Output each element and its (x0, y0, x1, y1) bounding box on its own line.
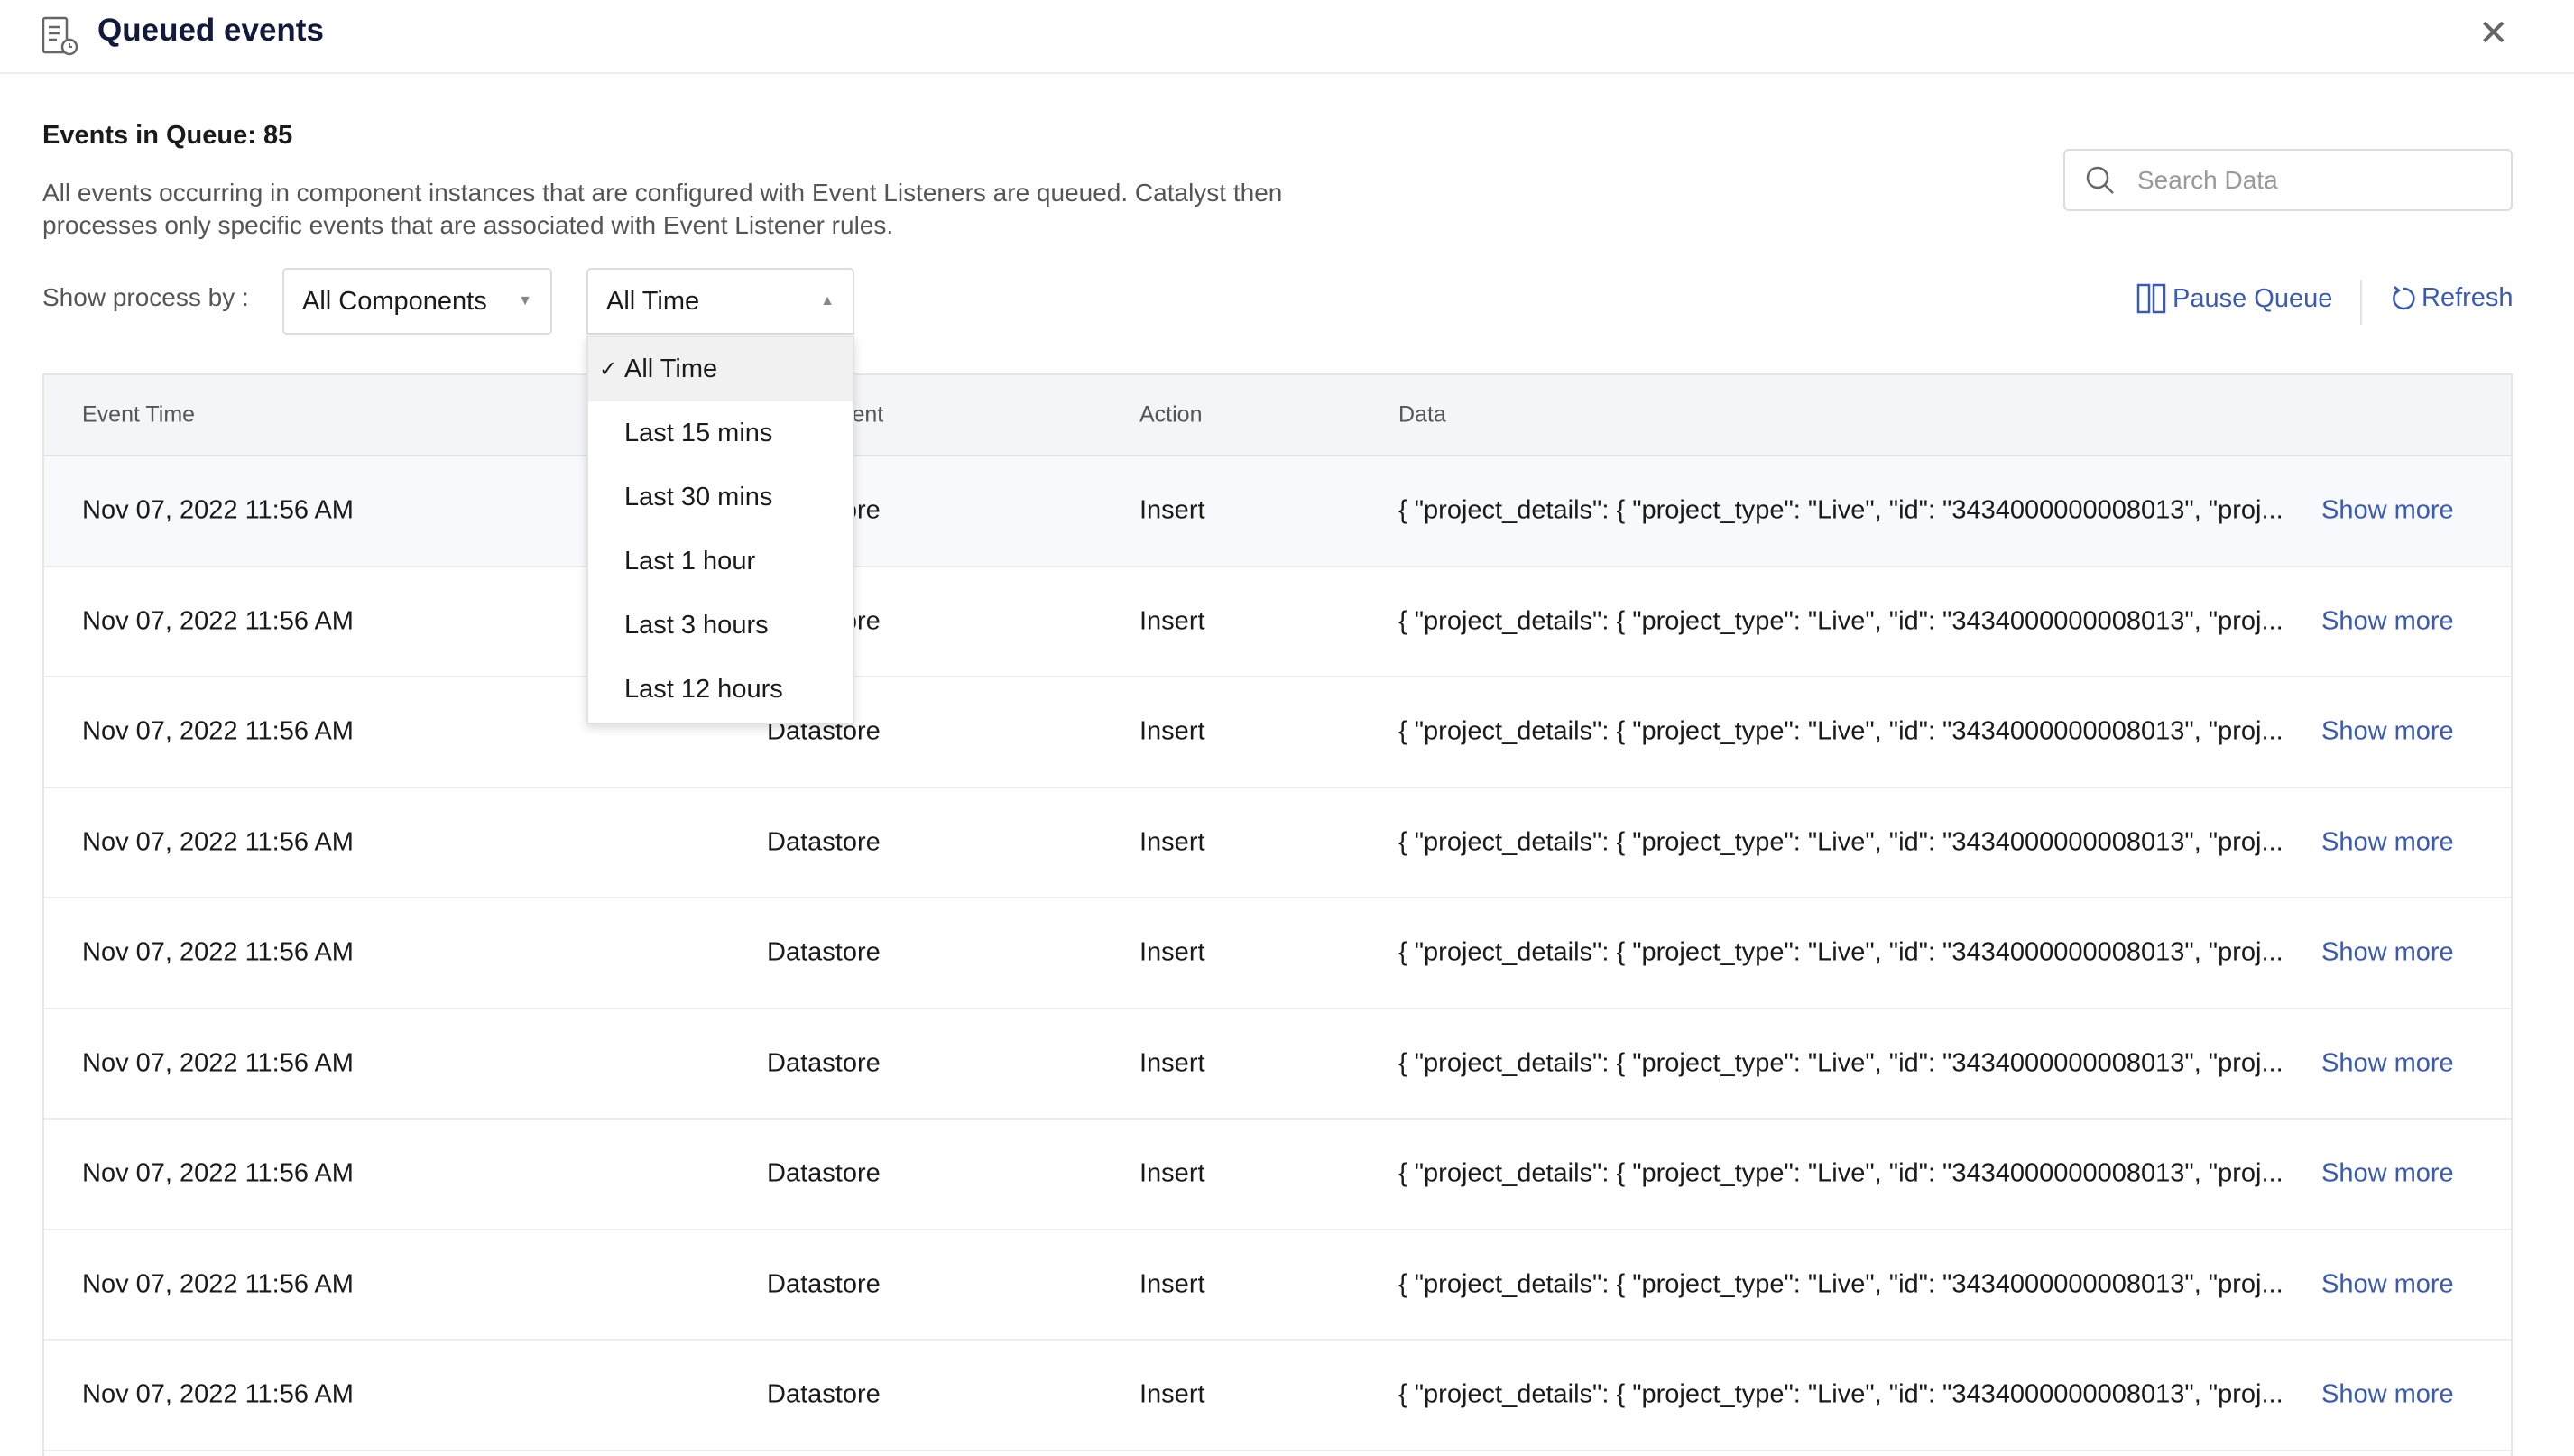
event-data: { "project_details": { "project_type": "… (1398, 1379, 2283, 1409)
table-row[interactable]: Nov 07, 2022 11:56 AM Datastore Insert { "p… (44, 898, 2511, 1009)
action: Insert (1139, 1158, 1205, 1188)
show-more-link[interactable]: Show more (2321, 1159, 2454, 1189)
action: Insert (1139, 937, 1205, 967)
event-time: Nov 07, 2022 11:56 AM (82, 606, 354, 636)
time-option-last-1-hour[interactable]: Last 1 hour (588, 530, 853, 594)
search-icon (2086, 166, 2114, 194)
event-data: { "project_details": { "project_type": "… (1398, 1269, 2283, 1299)
close-icon[interactable]: ✕ (2478, 13, 2509, 54)
event-time: Nov 07, 2022 11:56 AM (82, 1379, 354, 1409)
table-row[interactable]: Nov 07, 2022 11:56 AMDatastoreInsert{ "p… (44, 677, 2511, 788)
time-option-last-30-mins[interactable]: Last 30 mins (588, 465, 853, 530)
action: Insert (1139, 606, 1205, 636)
column-header-action[interactable]: Action (1139, 402, 1202, 429)
component: Datastore (767, 937, 881, 967)
show-more-link[interactable]: Show more (2321, 827, 2454, 857)
event-data: { "project_details": { "project_type": "… (1398, 937, 2283, 967)
action: Insert (1139, 1048, 1205, 1078)
option-label: Last 1 hour (624, 547, 756, 576)
pause-icon (2136, 283, 2166, 314)
action: Insert (1139, 495, 1205, 525)
option-label: All Time (624, 355, 718, 383)
divider (2360, 280, 2362, 325)
option-label: Last 30 mins (624, 483, 773, 511)
option-label: Last 3 hours (624, 611, 769, 640)
event-time: Nov 07, 2022 11:56 AM (82, 1269, 354, 1299)
table-row[interactable]: Nov 07, 2022 11:56 AM Datastore Insert { "p… (44, 1230, 2511, 1341)
component: Datastore (767, 1048, 881, 1078)
time-option-all-time[interactable]: ✓ All Time (588, 337, 853, 401)
pause-queue-button[interactable]: Pause Queue (2136, 283, 2332, 314)
event-time: Nov 07, 2022 11:56 AM (82, 495, 354, 525)
caret-down-icon: ▼ (518, 293, 532, 309)
event-data: { "project_details": { "project_type": "… (1398, 1048, 2283, 1078)
time-option-last-3-hours[interactable]: Last 3 hours (588, 594, 853, 658)
page-title: Queued events (97, 13, 324, 48)
show-more-link[interactable]: Show more (2321, 606, 2454, 636)
table-row[interactable]: Nov 07, 2022 11:56 AM Datastore Insert { "p… (44, 1341, 2511, 1451)
description: All events occurring in component instan… (42, 179, 1283, 239)
event-time: Nov 07, 2022 11:56 AM (82, 1158, 354, 1188)
action: Insert (1139, 1379, 1205, 1409)
events-table: Event Time Component Action Data Nov 07,… (42, 373, 2513, 1456)
component: Datastore (767, 1158, 881, 1188)
refresh-label: Refresh (2422, 283, 2514, 312)
caret-up-icon: ▲ (820, 293, 835, 309)
show-more-link[interactable]: Show more (2321, 938, 2454, 968)
event-time: Nov 07, 2022 11:56 AM (82, 937, 354, 967)
component-select-value: All Components (302, 286, 487, 316)
pause-queue-label: Pause Queue (2173, 283, 2333, 313)
action: Insert (1139, 716, 1205, 746)
action: Insert (1139, 827, 1205, 857)
table-row[interactable]: Nov 07, 2022 11:56 AM Datastore Insert { "p… (44, 1009, 2511, 1120)
search-input[interactable] (2137, 165, 2480, 195)
event-time: Nov 07, 2022 11:56 AM (82, 1048, 354, 1078)
table-header: Event Time Component Action Data (44, 375, 2511, 456)
event-data: { "project_details": { "project_type": "… (1398, 1158, 2283, 1188)
events-count: Events in Queue: 85 (42, 121, 293, 150)
column-header-event-time[interactable]: Event Time (82, 402, 195, 429)
check-icon: ✓ (599, 357, 618, 382)
search-box[interactable] (2063, 149, 2513, 211)
time-option-last-12-hours[interactable]: Last 12 hours (588, 658, 853, 722)
event-data: { "project_details": { "project_type": "… (1398, 827, 2283, 857)
component: Datastore (767, 1379, 881, 1409)
time-select-value: All Time (606, 286, 700, 316)
option-label: Last 12 hours (624, 675, 783, 704)
event-data: { "project_details": { "project_type": "… (1398, 606, 2283, 636)
component: Datastore (767, 827, 881, 857)
option-label: Last 15 mins (624, 419, 773, 447)
column-header-data[interactable]: Data (1398, 402, 1446, 429)
show-more-link[interactable]: Show more (2321, 1380, 2454, 1410)
table-row[interactable]: Nov 07, 2022 11:56 AMDatastoreInsert{ "p… (44, 567, 2511, 677)
filter-label: Show process by : (42, 283, 249, 311)
title-bar: Queued events ✕ (0, 0, 2574, 74)
time-dropdown-menu: ✓ All Time Last 15 mins Last 30 mins Last… (586, 336, 854, 724)
action: Insert (1139, 1269, 1205, 1299)
refresh-icon (2393, 285, 2415, 309)
table-row[interactable]: Nov 07, 2022 11:56 AM Datastore Insert { "p… (44, 788, 2511, 898)
table-row[interactable]: Nov 07, 2022 11:56 AMDatastoreInsert{ "p… (44, 456, 2511, 567)
event-data: { "project_details": { "project_type": "… (1398, 716, 2283, 746)
queue-document-clock-icon (42, 16, 78, 56)
show-more-link[interactable]: Show more (2321, 496, 2454, 526)
event-data: { "project_details": { "project_type": "… (1398, 495, 2283, 525)
component: Datastore (767, 1269, 881, 1299)
refresh-button[interactable]: Refresh (2391, 283, 2514, 313)
event-time: Nov 07, 2022 11:56 AM (82, 827, 354, 857)
event-time: Nov 07, 2022 11:56 AM (82, 716, 354, 746)
show-more-link[interactable]: Show more (2321, 1048, 2454, 1078)
component-select[interactable]: All Components ▼ (282, 268, 552, 335)
show-more-link[interactable]: Show more (2321, 717, 2454, 747)
time-select[interactable]: All Time ▲ (586, 268, 854, 335)
show-more-link[interactable]: Show more (2321, 1269, 2454, 1299)
table-row[interactable]: Nov 07, 2022 11:56 AM Datastore Insert { "p… (44, 1120, 2511, 1230)
time-option-last-15-mins[interactable]: Last 15 mins (588, 401, 853, 465)
